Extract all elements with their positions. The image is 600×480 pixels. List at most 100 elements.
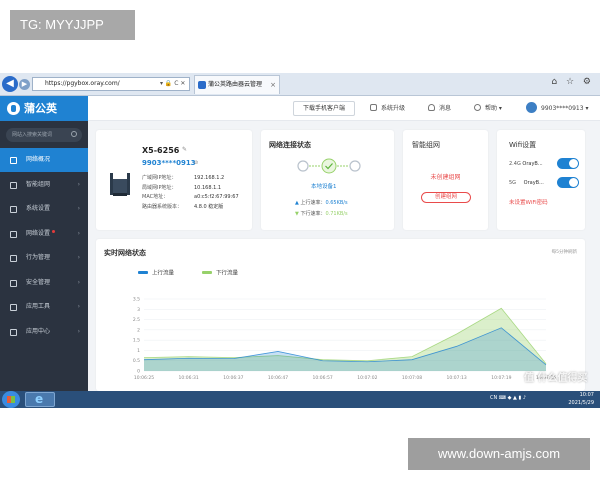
smart-network-status: 未创建组网 [430, 174, 461, 181]
app-center-icon [10, 328, 17, 336]
y-tick-label: 3.5 [133, 297, 140, 303]
sidebar-search-input[interactable]: 网站入搜索关键词 [6, 128, 82, 142]
wifi-24-toggle[interactable] [557, 158, 579, 169]
wifi-password-warning[interactable]: 未设置WiFi密码 [509, 198, 548, 206]
device-info-key: MAC地址： [142, 194, 169, 200]
smart-network-title: 智能组网 [412, 141, 440, 149]
link-icon[interactable]: ⊘ [194, 160, 198, 166]
sidebar-item-label: 应用工具 [26, 303, 51, 310]
chevron-right-icon: › [77, 278, 80, 286]
security-management-icon [10, 279, 17, 287]
x-tick-label: 10:06:25 [134, 375, 154, 381]
chevron-right-icon: › [77, 229, 80, 237]
device-card: X5-6256 ✎ 9903****0913 ⊘ 广域网IP地址： 192.168… [96, 130, 252, 230]
sidebar-item-behavior-management[interactable]: 行为管理 › [0, 246, 88, 270]
device-info-key: 广域网IP地址： [142, 175, 177, 181]
avatar [526, 102, 537, 113]
y-tick-label: 2 [137, 327, 140, 333]
address-bar-icons[interactable]: ▾ 🔒 C ✕ [160, 77, 185, 91]
forward-icon[interactable]: ▶ [19, 79, 30, 90]
x-tick-label: 10:07:08 [402, 375, 422, 381]
y-tick-label: 1 [137, 348, 140, 354]
legend-swatch [138, 271, 148, 274]
help-menu[interactable]: 帮助 ▾ [474, 101, 502, 116]
sidebar-item-security-management[interactable]: 安全管理 › [0, 271, 88, 295]
browser-toolbar: ◀ ▶ https://pgybox.oray.com/ ▾ 🔒 C ✕ 蒲公英… [0, 73, 600, 96]
sidebar-item-label: 行为管理 [26, 254, 51, 261]
sidebar-item-smart-network[interactable]: 智能组网 › [0, 173, 88, 197]
watermark-corner: 值 什么值得买 [524, 373, 588, 384]
y-tick-label: 0 [137, 369, 140, 375]
start-button[interactable] [2, 391, 20, 408]
taskbar: CN ⌨ ◆ ▲ ▮ ♪ 10:07 2021/5/29 [0, 391, 600, 408]
behavior-management-icon [10, 255, 17, 262]
network-status-title: 网络连接状态 [269, 141, 311, 149]
network-overview-icon [10, 157, 17, 164]
realtime-title: 实时网络状态 [104, 249, 146, 257]
top-header: 下载手机客户端 系统升级 消息 帮助 ▾ 9903****0913 ▾ [88, 96, 600, 121]
network-topology-icon [297, 158, 361, 174]
sidebar-item-label: 安全管理 [26, 278, 51, 286]
ie-taskbar-button[interactable] [25, 392, 55, 407]
x-tick-label: 10:06:37 [223, 375, 243, 381]
device-info-value: 192.168.1.2 [194, 175, 225, 181]
tab-favicon-icon [198, 81, 206, 89]
sidebar-item-label: 系统设置 [26, 205, 51, 212]
local-device-count[interactable]: 本地设备1 [311, 182, 337, 190]
screen: ◀ ▶ https://pgybox.oray.com/ ▾ 🔒 C ✕ 蒲公英… [0, 73, 600, 408]
bell-icon [428, 104, 435, 111]
download-app-button[interactable]: 下载手机客户端 [293, 101, 355, 116]
user-menu[interactable]: 9903****0913 ▾ [526, 101, 588, 116]
chevron-right-icon: › [77, 327, 80, 335]
browser-tab[interactable]: 蒲公英路由器云管理 × [194, 75, 280, 94]
router-image [110, 173, 130, 196]
wifi-band-5: 5G OrayB... [509, 180, 544, 186]
tray-icons[interactable]: CN ⌨ ◆ ▲ ▮ ♪ [490, 395, 526, 401]
messages-link[interactable]: 消息 [428, 101, 451, 116]
x-tick-label: 10:07:02 [357, 375, 377, 381]
browser-menu-icons[interactable]: ⌂ ☆ ⚙ [551, 77, 594, 87]
watermark-bottom: www.down-amjs.com [408, 438, 590, 470]
smart-network-icon [10, 181, 17, 189]
device-info-row: 局域网IP地址： 10.168.1.1 [142, 184, 239, 194]
download-rate: ▼ 下行速率：0.71KB/s [295, 211, 348, 217]
wifi-5-toggle[interactable] [557, 177, 579, 188]
watermark-top: TG: MYYJJPP [10, 10, 135, 40]
logo-bar: 蒲公英 [0, 96, 88, 121]
wifi-card: Wifi设置 2.4G OrayB... 5G OrayB... 未设置WiFi… [497, 130, 585, 230]
upload-rate: ▲ 上行速率：0.65KB/s [295, 200, 348, 206]
system-upgrade-link[interactable]: 系统升级 [370, 101, 405, 116]
sidebar-search-placeholder: 网站入搜索关键词 [12, 132, 53, 138]
chevron-right-icon: › [77, 254, 80, 261]
network-settings-icon [10, 230, 17, 238]
sidebar-item-label: 应用中心 [26, 327, 51, 335]
sidebar-item-app-tools[interactable]: 应用工具 › [0, 295, 88, 319]
chevron-right-icon: › [77, 205, 80, 212]
sidebar-item-label: 智能组网 [26, 180, 51, 188]
system-settings-icon [10, 206, 17, 213]
sidebar-item-system-settings[interactable]: 系统设置 › [0, 197, 88, 221]
sidebar: 蒲公英 网站入搜索关键词 网络概况 智能组网 › 系统设置 › 网络设置 › 行为管理 › 安全管… [0, 96, 88, 391]
x-tick-label: 10:07:13 [447, 375, 467, 381]
wifi-band-24: 2.4G OrayB... [509, 161, 543, 167]
realtime-network-card: 实时网络状态 每5分钟刷新 0 0.5 1 1.5 2 2.5 3 3.5 10:06:25 10… [96, 239, 585, 391]
refresh-note: 每5分钟刷新 [551, 250, 577, 255]
create-network-button[interactable]: 创建组网 [421, 192, 471, 203]
y-tick-label: 1.5 [133, 338, 140, 344]
upgrade-icon [370, 104, 377, 111]
x-tick-label: 10:06:31 [179, 375, 199, 381]
search-icon[interactable] [71, 131, 77, 137]
logo-icon [7, 102, 20, 115]
clock[interactable]: 10:07 2021/5/29 [568, 391, 594, 407]
edit-icon[interactable]: ✎ [182, 146, 187, 153]
sidebar-item-network-overview[interactable]: 网络概况 [0, 148, 88, 172]
chevron-right-icon: › [77, 180, 80, 188]
sidebar-item-network-settings[interactable]: 网络设置 › [0, 222, 88, 246]
back-icon[interactable]: ◀ [2, 76, 18, 92]
sidebar-item-label: 网络设置 [26, 229, 51, 237]
y-tick-label: 0.5 [133, 358, 140, 364]
close-tab-icon[interactable]: × [270, 76, 276, 94]
sidebar-item-app-center[interactable]: 应用中心 › [0, 320, 88, 344]
device-name: X5-6256 [142, 146, 180, 155]
help-icon [474, 104, 481, 111]
